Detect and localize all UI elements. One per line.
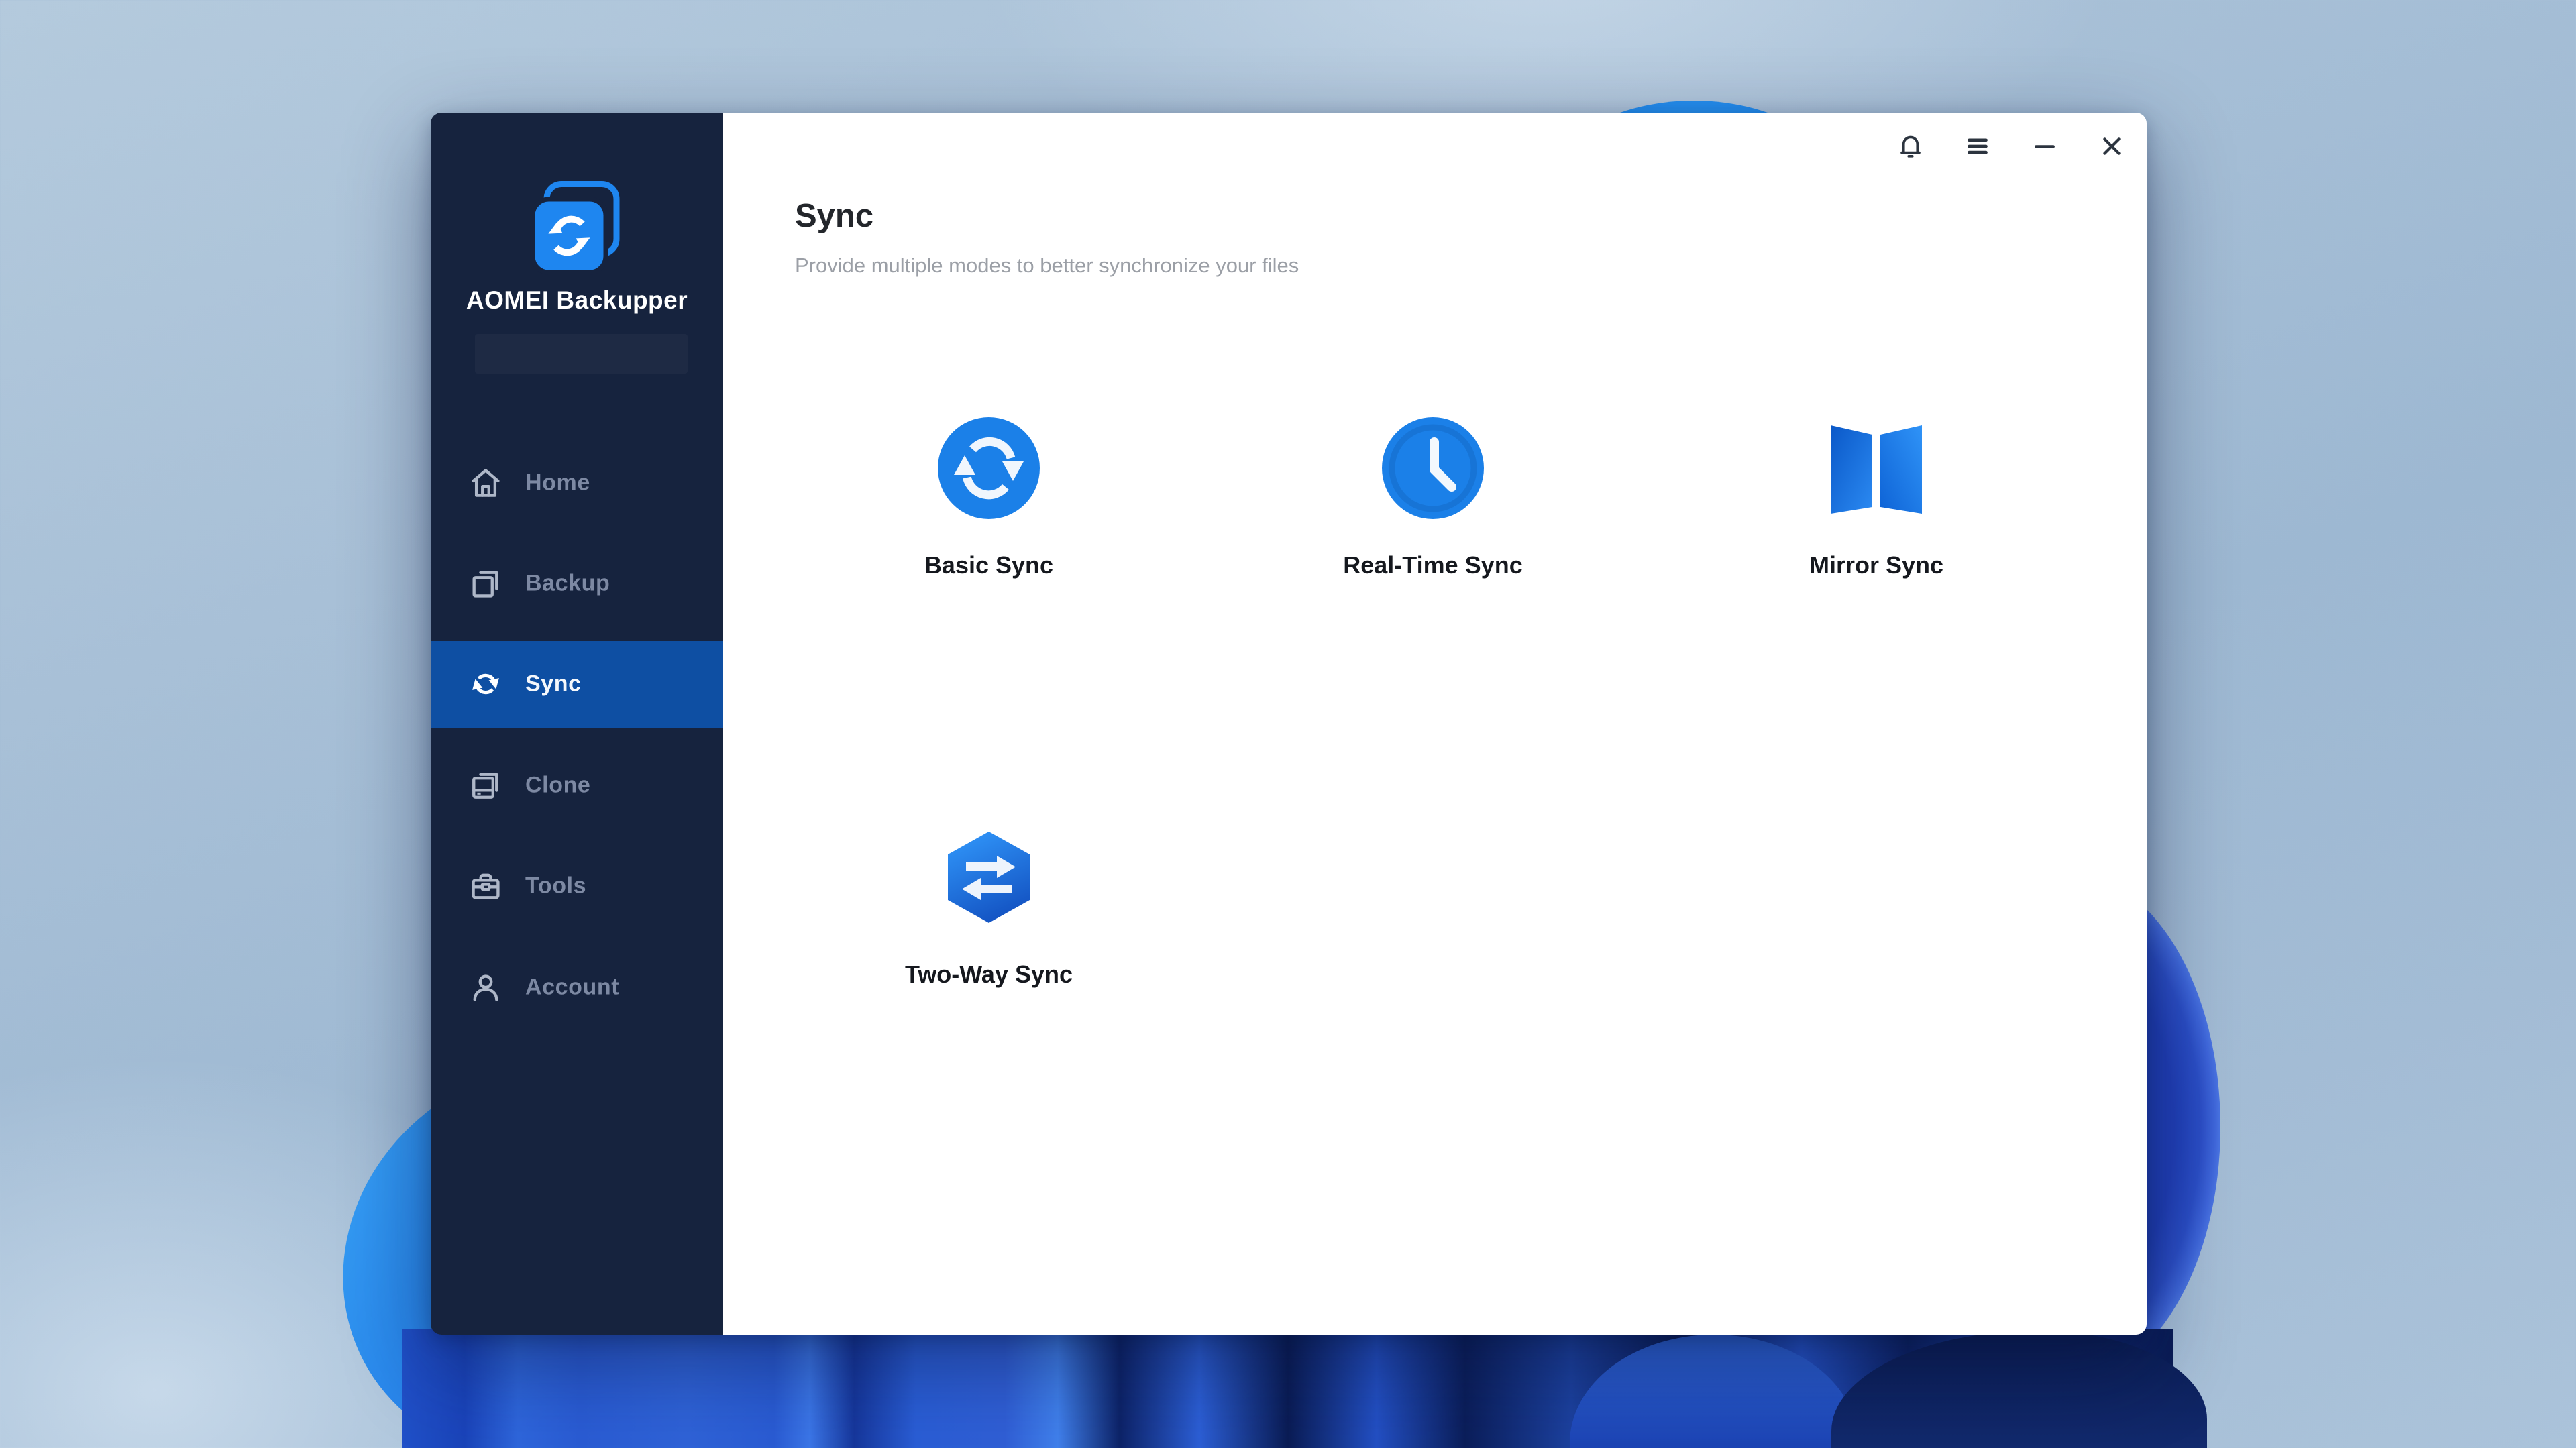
home-icon [468, 465, 503, 500]
sidebar-item-label: Backup [525, 571, 610, 597]
sidebar-item-label: Tools [525, 873, 586, 899]
twoway-sync-icon [938, 826, 1040, 928]
menu-icon[interactable] [1963, 131, 1992, 161]
notification-bell-icon[interactable] [1896, 131, 1925, 161]
sidebar-item-account[interactable]: Account [431, 944, 723, 1031]
mode-mirror-sync[interactable]: Mirror Sync [1722, 417, 2031, 579]
basic-sync-icon [938, 417, 1040, 519]
sync-icon [468, 667, 503, 702]
clone-icon [468, 768, 503, 803]
sidebar-item-label: Home [525, 470, 590, 496]
aomei-sync-logo-icon [530, 181, 620, 275]
brand-name: AOMEI Backupper [431, 284, 723, 317]
sidebar: AOMEI Backupper Home [431, 113, 723, 1335]
mode-label: Basic Sync [835, 551, 1143, 579]
titlebar-controls [1896, 131, 2127, 161]
sidebar-item-label: Sync [525, 671, 582, 698]
sidebar-item-home[interactable]: Home [431, 439, 723, 526]
sidebar-item-sync[interactable]: Sync [431, 641, 723, 728]
sidebar-item-label: Account [525, 974, 619, 1001]
close-icon[interactable] [2097, 131, 2127, 161]
sidebar-item-backup[interactable]: Backup [431, 540, 723, 627]
mirror-sync-icon [1825, 417, 1927, 519]
mode-twoway-sync[interactable]: Two-Way Sync [835, 826, 1143, 989]
mode-label: Two-Way Sync [835, 960, 1143, 989]
main-content: Sync Provide multiple modes to better sy… [723, 113, 2147, 1335]
sidebar-banner-placeholder [475, 334, 688, 374]
mode-label: Real-Time Sync [1279, 551, 1587, 579]
page-subtitle: Provide multiple modes to better synchro… [795, 254, 1299, 278]
minimize-icon[interactable] [2030, 131, 2059, 161]
mode-basic-sync[interactable]: Basic Sync [835, 417, 1143, 579]
tools-icon [468, 869, 503, 903]
page-title: Sync [795, 197, 873, 235]
mode-realtime-sync[interactable]: Real-Time Sync [1279, 417, 1587, 579]
realtime-sync-icon [1382, 417, 1484, 519]
sidebar-item-label: Clone [525, 773, 590, 799]
sidebar-item-clone[interactable]: Clone [431, 742, 723, 829]
mode-label: Mirror Sync [1722, 551, 2031, 579]
sidebar-item-tools[interactable]: Tools [431, 842, 723, 930]
app-window: AOMEI Backupper Home [431, 113, 2147, 1335]
account-icon [468, 970, 503, 1005]
backup-icon [468, 566, 503, 601]
